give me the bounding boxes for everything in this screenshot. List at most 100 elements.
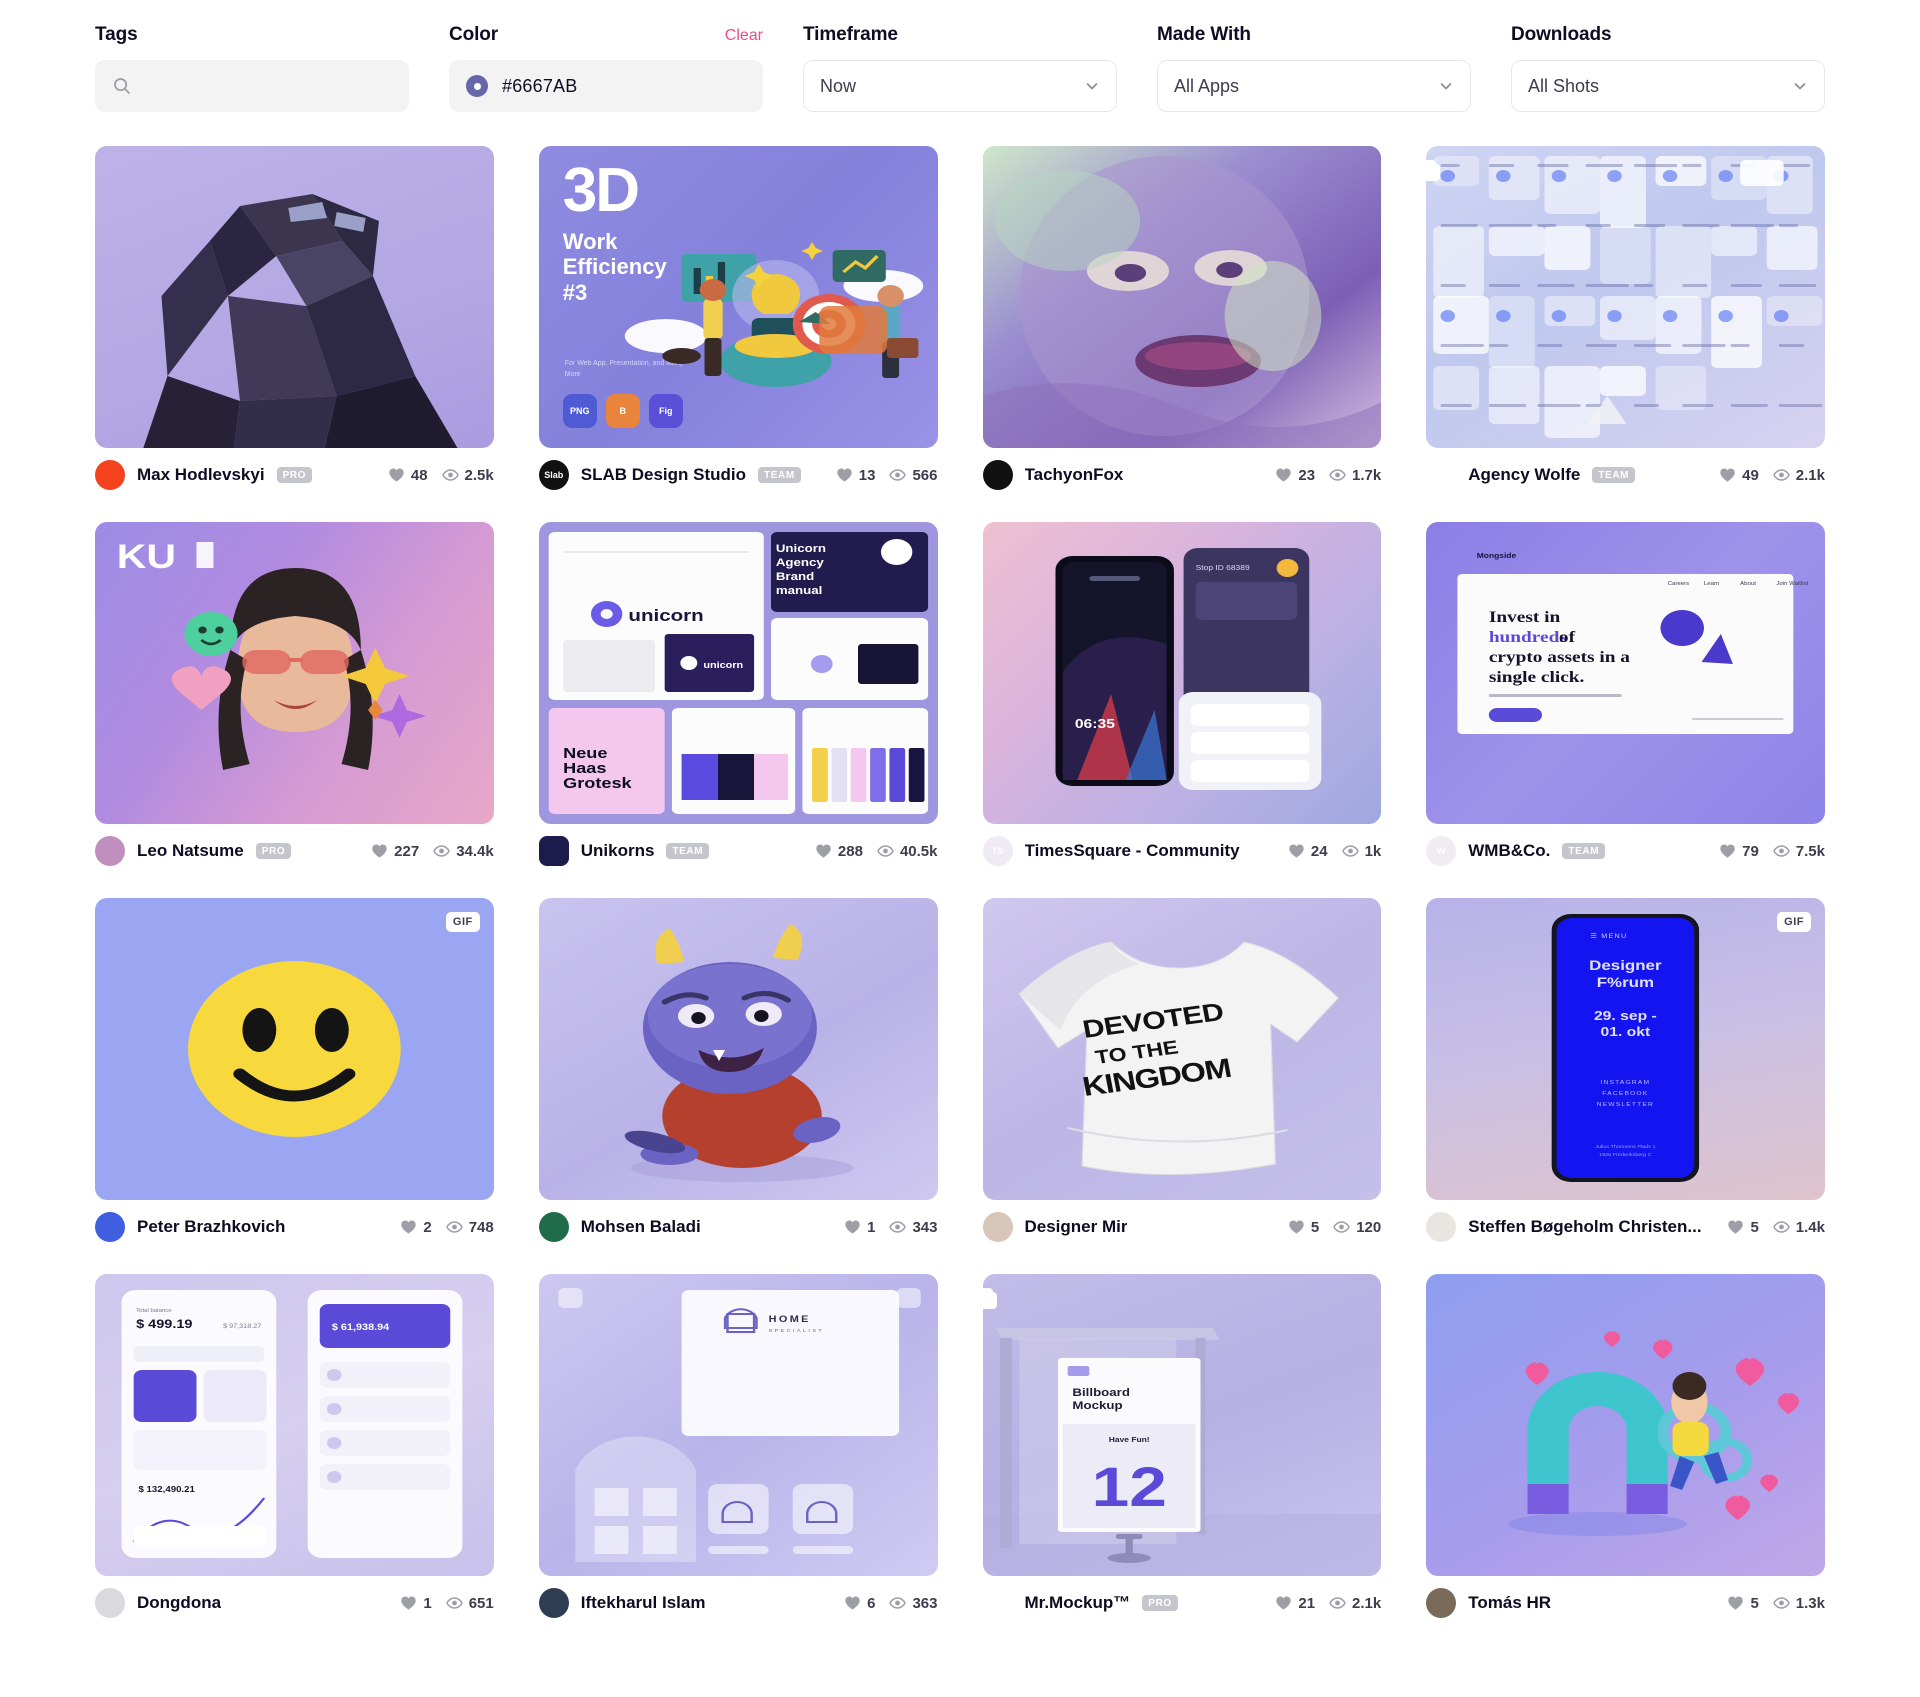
likes-stat[interactable]: 1: [844, 1219, 875, 1236]
shot-thumbnail[interactable]: [1426, 1274, 1825, 1576]
3d-magnet-hearts-artwork: [1426, 1274, 1825, 1576]
views-stat: 1.3k: [1773, 1595, 1825, 1612]
ui-kit-components-artwork: [1426, 146, 1825, 448]
avatar[interactable]: [1426, 1212, 1457, 1242]
likes-stat[interactable]: 5: [1727, 1595, 1759, 1612]
shot-thumbnail[interactable]: Total balance $ 499.19 $ 97,318.27 $ 132…: [95, 1274, 494, 1576]
shot-thumbnail[interactable]: Billboard Mockup Have Fun! 12: [982, 1274, 1382, 1576]
likes-stat[interactable]: 288: [815, 843, 863, 860]
shot-thumbnail[interactable]: unicorn unicorn Unicorn Agency Brand manual…: [538, 522, 938, 824]
shot-author-name[interactable]: Tomás HR: [1468, 1593, 1551, 1613]
shot-thumbnail[interactable]: ☰ MENU Designer F%rum 29. sep -01. okt IN…: [1426, 898, 1825, 1200]
avatar[interactable]: [983, 1588, 1013, 1618]
shot-thumbnail[interactable]: [538, 898, 938, 1200]
avatar[interactable]: [1426, 460, 1456, 490]
likes-stat[interactable]: 6: [844, 1595, 875, 1612]
shot-thumbnail[interactable]: [1426, 146, 1825, 448]
likes-stat[interactable]: 227: [371, 843, 419, 860]
timeframe-select[interactable]: Now: [803, 60, 1117, 112]
shot-stats: 13 566: [836, 467, 938, 484]
avatar[interactable]: [1426, 1588, 1457, 1618]
avatar[interactable]: TS: [982, 836, 1013, 866]
shot-thumbnail[interactable]: HOME SPECIALIST: [538, 1274, 938, 1576]
filter-tags: Tags: [95, 24, 409, 112]
eye-icon: [889, 467, 907, 483]
heart-icon: [1727, 1595, 1744, 1611]
views-count: 1.7k: [1352, 466, 1382, 484]
avatar[interactable]: [538, 836, 569, 866]
shot-stats: 5 1.4k: [1727, 1219, 1825, 1236]
avatar[interactable]: W: [1426, 836, 1457, 866]
svg-text:BillboardMockup: Billboard Mockup: [1072, 1386, 1130, 1412]
views-count: 363: [912, 1594, 938, 1612]
shot-author-name[interactable]: Mr.Mockup™: [1025, 1593, 1131, 1613]
avatar[interactable]: [95, 1212, 125, 1242]
eye-icon: [441, 467, 459, 483]
avatar[interactable]: [982, 460, 1013, 490]
shot-thumbnail[interactable]: [95, 146, 494, 448]
shot-thumbnail[interactable]: 3D Work Efficiency #3 For Web App, Present…: [538, 146, 938, 448]
views-stat: 343: [889, 1219, 938, 1236]
likes-stat[interactable]: 49: [1719, 467, 1759, 484]
shot-thumbnail[interactable]: 06:35 Stop ID 68389: [982, 522, 1382, 824]
shot-author-name[interactable]: WMB&Co.: [1468, 841, 1550, 861]
color-field[interactable]: #6667AB: [449, 60, 763, 112]
likes-stat[interactable]: 24: [1288, 843, 1328, 860]
likes-stat[interactable]: 79: [1719, 843, 1759, 860]
svg-text:unicorn: unicorn: [628, 606, 703, 625]
shot-author-name[interactable]: TimesSquare - Community: [1025, 841, 1240, 861]
likes-stat[interactable]: 48: [388, 467, 428, 484]
shot-author-name[interactable]: Peter Brazhkovich: [137, 1217, 285, 1237]
avatar[interactable]: [982, 1212, 1013, 1242]
shot-author-name[interactable]: Iftekharul Islam: [581, 1593, 706, 1613]
shot-author-name[interactable]: Agency Wolfe: [1468, 465, 1580, 485]
shot-thumbnail[interactable]: Mongside Careers Learn About Join Waitlist …: [1426, 522, 1825, 824]
made-with-select[interactable]: All Apps: [1157, 60, 1471, 112]
avatar[interactable]: [538, 1588, 569, 1618]
svg-text:SPECIALIST: SPECIALIST: [768, 1328, 824, 1333]
tshirt-mockup-artwork: DEVOTED TO THE KINGDOM: [983, 898, 1382, 1200]
svg-text:29. sep -01. okt: 29. sep -01. okt: [1594, 1009, 1657, 1039]
shot-author-name[interactable]: Dongdona: [137, 1593, 221, 1613]
heart-icon: [844, 1219, 861, 1235]
avatar[interactable]: [95, 460, 125, 490]
likes-stat[interactable]: 5: [1288, 1219, 1319, 1236]
heart-icon: [1719, 467, 1736, 483]
likes-stat[interactable]: 21: [1275, 1595, 1315, 1612]
svg-text:☰ MENU: ☰ MENU: [1591, 933, 1628, 939]
avatar[interactable]: [538, 1212, 569, 1242]
likes-stat[interactable]: 13: [836, 467, 875, 484]
svg-text:KU: KU: [117, 537, 176, 575]
shot-thumbnail[interactable]: [982, 146, 1382, 448]
shot-author-name[interactable]: SLAB Design Studio: [581, 465, 746, 485]
heart-icon: [400, 1595, 417, 1611]
filter-color-label: Color: [449, 24, 499, 45]
avatar[interactable]: [95, 836, 125, 866]
shot-author-name[interactable]: Unikorns: [581, 841, 655, 861]
shot-author-name[interactable]: TachyonFox: [1025, 465, 1124, 485]
shot-author-name[interactable]: Mohsen Baladi: [581, 1217, 701, 1237]
search-input[interactable]: [95, 60, 409, 112]
likes-stat[interactable]: 2: [400, 1219, 432, 1236]
downloads-select[interactable]: All Shots: [1511, 60, 1825, 112]
shot-author-name[interactable]: Leo Natsume: [137, 841, 244, 861]
filter-timeframe-label: Timeframe: [803, 24, 898, 45]
views-count: 7.5k: [1795, 842, 1825, 860]
shot-thumbnail[interactable]: DEVOTED TO THE KINGDOM: [982, 898, 1382, 1200]
likes-stat[interactable]: 5: [1727, 1219, 1759, 1236]
likes-stat[interactable]: 23: [1275, 467, 1315, 484]
likes-stat[interactable]: 1: [400, 1595, 432, 1612]
svg-text:crypto assets in a: crypto assets in a: [1489, 648, 1630, 666]
shot-stats: 227 34.4k: [371, 843, 494, 860]
views-count: 2.5k: [464, 466, 494, 484]
clear-color-button[interactable]: Clear: [725, 27, 763, 45]
avatar[interactable]: Slab: [538, 460, 569, 490]
smiley-face-artwork: [95, 898, 494, 1200]
shot-thumbnail[interactable]: GIF: [95, 898, 494, 1200]
shot-thumbnail[interactable]: KU: [95, 522, 494, 824]
multiple-shots-icon: [982, 1288, 997, 1312]
shot-author-name[interactable]: Max Hodlevskyi: [137, 465, 265, 485]
shot-author-name[interactable]: Steffen Bøgeholm Christen...: [1468, 1217, 1701, 1237]
avatar[interactable]: [95, 1588, 125, 1618]
shot-author-name[interactable]: Designer Mir: [1025, 1217, 1128, 1237]
